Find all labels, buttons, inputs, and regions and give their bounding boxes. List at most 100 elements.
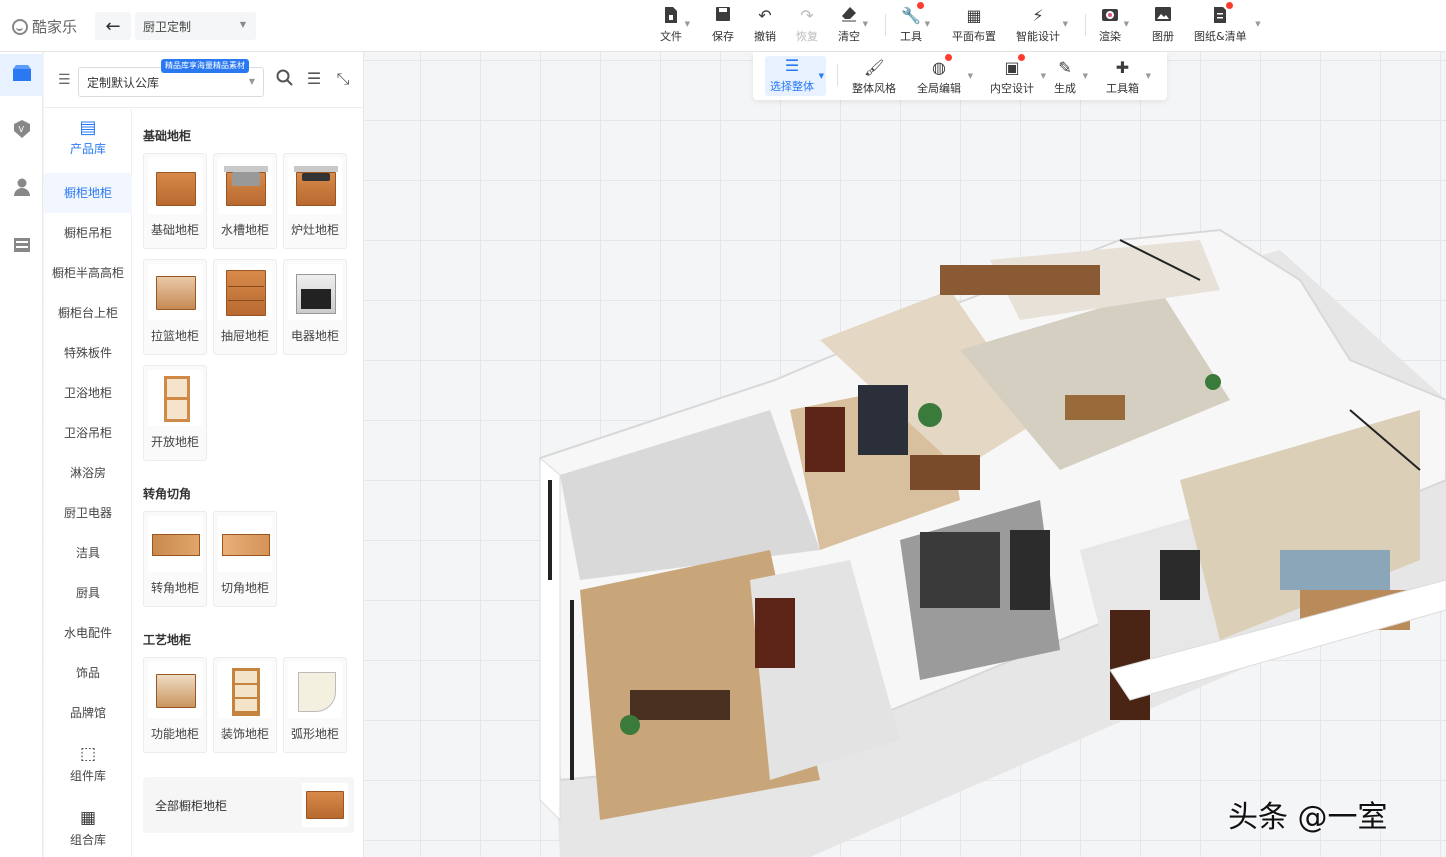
toolbox-button[interactable]: ✚ 工具箱 ▼ — [1106, 58, 1151, 98]
user-icon — [12, 177, 32, 202]
select-all-button[interactable]: ☰ 选择整体 ▼ — [765, 56, 826, 96]
product-card[interactable]: 弧形地柜 — [283, 657, 347, 753]
vip-rail-button[interactable]: V — [0, 110, 43, 152]
floorplan-icon: ▦ — [966, 6, 982, 25]
mode-select[interactable]: 厨卫定制 ▼ — [135, 12, 256, 40]
product-thumbnail — [218, 264, 272, 320]
global-edit-button[interactable]: ◍ 全局编辑 ▼ — [917, 54, 973, 98]
category-item[interactable]: 特殊板件 — [44, 333, 132, 373]
product-card[interactable]: 功能地柜 — [143, 657, 207, 753]
render-button[interactable]: 渲染 ▼ — [1099, 6, 1129, 46]
collapse-button[interactable]: ⤡ — [332, 69, 354, 89]
component-library-label: 组件库 — [69, 769, 106, 783]
product-thumbnail — [288, 264, 342, 320]
product-card[interactable]: 装饰地柜 — [213, 657, 277, 753]
product-card[interactable]: 转角地柜 — [143, 511, 207, 607]
product-card[interactable]: 电器地柜 — [283, 259, 347, 355]
app-logo[interactable]: 酷家乐 — [12, 16, 77, 37]
undo-icon: ↶ — [758, 6, 772, 25]
product-label: 装饰地柜 — [220, 727, 269, 741]
product-card[interactable]: 拉篮地柜 — [143, 259, 207, 355]
product-label: 水槽地柜 — [220, 223, 269, 237]
app-name: 酷家乐 — [32, 18, 78, 36]
category-item[interactable]: 淋浴房 — [44, 453, 132, 493]
sort-button[interactable]: ☰ — [303, 69, 325, 88]
search-icon — [276, 69, 293, 90]
smart-design-label: 智能设计 — [1016, 30, 1060, 43]
category-item[interactable]: 厨卫电器 — [44, 493, 132, 533]
search-button[interactable] — [273, 69, 295, 90]
undo-button[interactable]: ↶ 撤销 — [754, 6, 776, 46]
category-item[interactable]: 厨具 — [44, 573, 132, 613]
clear-button[interactable]: 清空 ▼ — [838, 6, 868, 46]
category-item[interactable]: 卫浴地柜 — [44, 373, 132, 413]
category-item[interactable]: 品牌馆 — [44, 693, 132, 733]
3d-floorplan-render[interactable] — [520, 220, 1446, 857]
product-card[interactable]: 切角地柜 — [213, 511, 277, 607]
product-library-panel: ☰ 定制默认公库 ▼ 精品库享海量精品素材 ☰ ⤡ ▤ 产品库 橱柜地柜 橱柜吊… — [44, 52, 364, 857]
generate-icon: ✎ — [1058, 58, 1072, 77]
select-all-label: 选择整体 — [770, 80, 814, 93]
top-toolbar: 酷家乐 ← 厨卫定制 ▼ 文件 ▼ 保存 ↶ 撤销 ↷ 恢复 清空 ▼ 🔧 工具… — [0, 0, 1446, 52]
promo-badge[interactable]: 精品库享海量精品素材 — [161, 59, 249, 73]
product-thumbnail — [288, 662, 342, 718]
section-title: 基础地柜 — [143, 129, 192, 143]
save-label: 保存 — [712, 30, 734, 43]
product-card[interactable]: 炉灶地柜 — [283, 153, 347, 249]
product-thumbnail — [148, 264, 202, 320]
category-item[interactable]: 橱柜吊柜 — [44, 213, 132, 253]
category-item[interactable]: 橱柜半高高柜 — [44, 253, 132, 293]
document-icon — [1210, 2, 1234, 26]
interior-design-button[interactable]: ▣ 内空设计 ▼ — [990, 54, 1046, 98]
album-button[interactable]: 图册 — [1152, 6, 1174, 46]
product-thumbnail — [288, 158, 342, 214]
user-rail-button[interactable] — [0, 168, 43, 210]
product-card[interactable]: 抽屉地柜 — [213, 259, 277, 355]
combo-library-button[interactable]: ▦ 组合库 — [44, 803, 132, 853]
redo-button[interactable]: ↷ 恢复 — [796, 6, 818, 46]
cabinet-rail-button[interactable] — [0, 226, 43, 268]
category-item[interactable]: 饰品 — [44, 653, 132, 693]
list-icon[interactable]: ☰ — [58, 72, 71, 88]
product-card[interactable]: 开放地柜 — [143, 365, 207, 461]
smart-design-button[interactable]: ⚡ 智能设计 ▼ — [1016, 6, 1068, 46]
undo-label: 撤销 — [754, 30, 776, 43]
category-item[interactable]: 水电配件 — [44, 613, 132, 653]
back-button[interactable]: ← — [95, 12, 131, 40]
global-edit-label: 全局编辑 — [917, 82, 961, 95]
product-card[interactable]: 基础地柜 — [143, 153, 207, 249]
product-card[interactable]: 水槽地柜 — [213, 153, 277, 249]
product-label: 炉灶地柜 — [290, 223, 339, 237]
category-item[interactable]: 洁具 — [44, 533, 132, 573]
toolbar-divider — [1085, 14, 1086, 36]
generate-button[interactable]: ✎ 生成 ▼ — [1054, 58, 1088, 98]
floorplan-layout-label: 平面布置 — [952, 30, 996, 43]
tools-button[interactable]: 🔧 工具 ▼ — [900, 2, 930, 46]
product-library-icon: ▤ — [79, 117, 97, 138]
category-item[interactable]: 橱柜地柜 — [44, 173, 132, 213]
library-rail-button[interactable] — [0, 54, 43, 96]
library-icon — [11, 63, 33, 88]
all-cabinets-card[interactable]: 全部橱柜地柜 — [143, 777, 354, 833]
generate-label: 生成 — [1054, 82, 1076, 95]
notification-dot — [945, 54, 952, 61]
file-button[interactable]: 文件 ▼ — [660, 6, 690, 46]
lightning-icon: ⚡ — [1032, 6, 1044, 25]
floorplan-layout-button[interactable]: ▦ 平面布置 — [952, 6, 996, 46]
product-thumbnail — [148, 516, 202, 572]
interior-design-label: 内空设计 — [990, 82, 1034, 95]
component-library-button[interactable]: ⬚ 组件库 — [44, 739, 132, 789]
component-icon: ⬚ — [79, 744, 97, 764]
svg-text:V: V — [18, 125, 24, 134]
image-icon — [1153, 6, 1173, 26]
left-icon-rail: V — [0, 52, 43, 857]
save-button[interactable]: 保存 — [712, 6, 734, 46]
product-label: 切角地柜 — [220, 581, 269, 595]
category-item[interactable]: 橱柜台上柜 — [44, 293, 132, 333]
clear-label: 清空 — [838, 30, 860, 43]
frame-icon: ▣ — [1002, 54, 1025, 78]
overall-style-button[interactable]: 🖌 整体风格 — [852, 58, 896, 98]
drawings-list-button[interactable]: 图纸&清单 ▼ — [1194, 2, 1261, 46]
product-library-tab[interactable]: ▤ 产品库 — [44, 117, 132, 173]
category-item[interactable]: 卫浴吊柜 — [44, 413, 132, 453]
